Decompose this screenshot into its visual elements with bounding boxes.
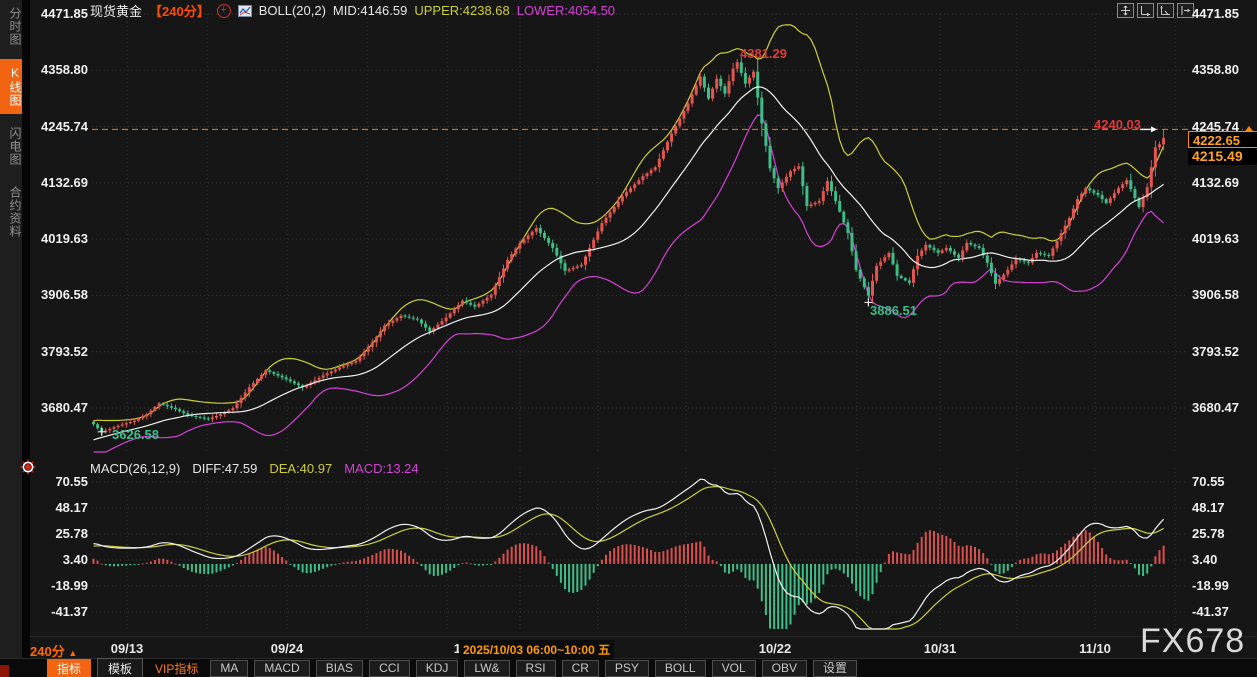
axis-label: 48.17: [1192, 499, 1225, 515]
chart-header: 现货黄金 【240分】 + BOLL(20,2) MID:4146.59 UPP…: [90, 2, 615, 19]
indicator-button-OBV[interactable]: OBV: [761, 659, 807, 677]
boll-upper-line: [93, 24, 1165, 422]
boll-mid-value: MID:4146.59: [332, 3, 408, 18]
corner-marker: [0, 665, 9, 677]
axis-label: 4132.69: [41, 174, 88, 190]
indicator-button-VOL[interactable]: VOL: [711, 659, 756, 677]
price-box-secondary: 4215.49: [1188, 148, 1257, 165]
low-marker-cross: [97, 427, 106, 436]
grid-layer: [92, 13, 1185, 629]
axis-label: -18.99: [51, 577, 88, 593]
x-axis-label: 09/13: [110, 641, 144, 656]
sidebar-divider: [22, 0, 30, 677]
boll-lower-value: LOWER:4054.50: [516, 3, 616, 18]
sidebar-item-2[interactable]: 闪电图: [0, 120, 22, 173]
period-arrow-icon: ▲: [68, 648, 78, 658]
candles-layer: [92, 56, 1166, 435]
axis-label: 3793.52: [41, 343, 88, 359]
axis-label: 4358.80: [41, 62, 88, 78]
period-badge: 【240分】: [149, 4, 210, 19]
indicator-button-LW&[interactable]: LW&: [464, 659, 510, 677]
macd-dea-value: DEA:40.97: [269, 461, 333, 476]
axis-label: 3906.58: [1192, 287, 1239, 303]
indicator-button-MACD[interactable]: MACD: [254, 659, 310, 677]
axis-label: 25.78: [55, 525, 88, 541]
axis-label: 3793.52: [1192, 343, 1239, 359]
axis-label: 3.40: [1192, 551, 1218, 567]
boll-label: BOLL(20,2): [258, 3, 326, 18]
start-low-label: 3626.58: [112, 427, 159, 442]
indicator-button-MA[interactable]: MA: [210, 659, 249, 677]
price-box-primary: 4222.65: [1188, 131, 1257, 148]
current-price-label: 4240.03: [1094, 117, 1141, 132]
macd-formula: MACD(26,12,9): [90, 461, 181, 476]
macd-diff-value: DIFF:47.59: [192, 461, 258, 476]
indicator-button-设置[interactable]: 设置: [812, 659, 857, 677]
chart-tool-icons: [1117, 3, 1194, 18]
toolbar-tab-1[interactable]: 模板: [97, 657, 144, 677]
axis-label: 4019.63: [1192, 231, 1239, 247]
x-axis-label: 10/22: [758, 641, 792, 656]
axis-label: 3680.47: [41, 400, 88, 415]
axis-label: 4019.63: [41, 231, 88, 247]
zoom-out-horizontal-icon[interactable]: [1137, 3, 1154, 18]
indicator-button-PSY[interactable]: PSY: [604, 659, 649, 677]
chart-canvas[interactable]: [0, 0, 1257, 677]
macd-histogram-layer: [92, 530, 1165, 629]
trading-terminal: 分时图 K线图闪电图合约资料 现货黄金 【240分】 + BOLL(20,2) M…: [0, 0, 1257, 677]
indicator-button-CR[interactable]: CR: [561, 659, 599, 677]
indicator-toolbar: 指标 模板 VIP指标 MA MACD BIAS CCI KDJ LW& RSI CR PSY BOLL…: [0, 657, 1257, 677]
axis-label: 3.40: [62, 551, 88, 567]
axis-label: 3680.47: [1192, 400, 1239, 415]
axis-label: 70.55: [1192, 473, 1225, 489]
marked-low-label: 3886.51: [870, 303, 917, 318]
indicator-button-BOLL[interactable]: BOLL: [654, 659, 706, 677]
zoom-in-horizontal-icon[interactable]: [1157, 3, 1174, 18]
axis-label: 4358.80: [1192, 62, 1239, 78]
candle-tooltip: 2025/10/03 06:00~10:00 五: [459, 640, 615, 660]
axis-label: 3906.58: [41, 287, 88, 303]
indicator-button-RSI[interactable]: RSI: [515, 659, 556, 677]
x-axis-label: 10/31: [923, 641, 957, 656]
add-indicator-icon[interactable]: +: [216, 3, 231, 18]
boll-upper-value: UPPER:4238.68: [414, 3, 510, 18]
indicator-button-KDJ[interactable]: KDJ: [415, 659, 459, 677]
sidebar-item-0[interactable]: 分时图: [0, 0, 22, 53]
axis-label: 4471.85: [1192, 6, 1239, 21]
indicator-button-CCI[interactable]: CCI: [369, 659, 410, 677]
axis-label: 48.17: [55, 499, 88, 515]
x-axis-label: 09/24: [270, 641, 304, 656]
macd-header: MACD(26,12,9) DIFF:47.59 DEA:40.97 MACD:…: [90, 461, 419, 476]
sidebar-item-3[interactable]: 合约资料: [0, 179, 22, 245]
axis-label: 4245.74: [41, 118, 88, 134]
sidebar: 分时图 K线图闪电图合约资料: [0, 0, 22, 677]
macd-macd-value: MACD:13.24: [344, 461, 419, 476]
axis-label: 4132.69: [1192, 174, 1239, 190]
axis-label: 25.78: [1192, 525, 1225, 541]
axis-label: 70.55: [55, 473, 88, 489]
watermark: FX678: [1140, 622, 1246, 660]
toolbar-tab-0[interactable]: 指标: [47, 658, 92, 677]
axis-label: -18.99: [1192, 577, 1229, 593]
chart-type-icon[interactable]: [237, 4, 252, 17]
symbol-title: 现货黄金: [90, 4, 143, 19]
x-axis-label: 11/10: [1079, 641, 1111, 656]
toolbar-tab-2[interactable]: VIP指标: [149, 659, 204, 677]
indicator-alert-icon: [20, 459, 36, 480]
pane-separator: [30, 636, 1257, 637]
indicator-button-BIAS[interactable]: BIAS: [315, 659, 364, 677]
overlay-layer: [92, 126, 1256, 436]
move-icon[interactable]: [1117, 3, 1134, 18]
marked-high-label: 4381.29: [740, 46, 787, 61]
axis-label: -41.37: [51, 603, 88, 619]
sidebar-item-1[interactable]: K线图: [0, 59, 22, 114]
axis-label: 4471.85: [41, 6, 88, 21]
boll-lower-line: [93, 114, 1164, 453]
axis-label: -41.37: [1192, 603, 1229, 619]
